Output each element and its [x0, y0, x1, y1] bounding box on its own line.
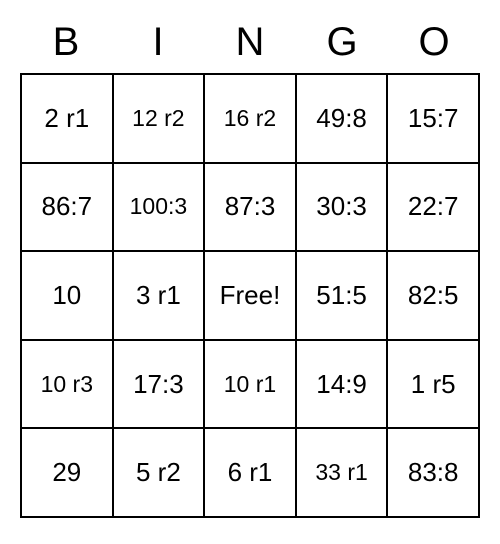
bingo-header-row: B I N G O: [20, 20, 480, 65]
bingo-cell[interactable]: 10: [21, 251, 113, 340]
bingo-cell[interactable]: 3 r1: [113, 251, 205, 340]
header-g: G: [296, 20, 388, 65]
bingo-cell[interactable]: 10 r1: [204, 340, 296, 429]
bingo-cell[interactable]: 29: [21, 428, 113, 517]
bingo-cell[interactable]: 33 r1: [296, 428, 388, 517]
bingo-cell[interactable]: 83:8: [387, 428, 479, 517]
bingo-grid: 2 r1 12 r2 16 r2 49:8 15:7 86:7 100:3 87…: [20, 73, 480, 518]
bingo-cell[interactable]: 14:9: [296, 340, 388, 429]
bingo-cell[interactable]: 87:3: [204, 163, 296, 252]
bingo-cell[interactable]: 49:8: [296, 74, 388, 163]
bingo-cell[interactable]: 2 r1: [21, 74, 113, 163]
header-n: N: [204, 20, 296, 65]
bingo-cell[interactable]: 16 r2: [204, 74, 296, 163]
bingo-cell[interactable]: 82:5: [387, 251, 479, 340]
header-o: O: [388, 20, 480, 65]
bingo-cell[interactable]: 86:7: [21, 163, 113, 252]
bingo-cell[interactable]: 30:3: [296, 163, 388, 252]
bingo-free-cell[interactable]: Free!: [204, 251, 296, 340]
bingo-cell[interactable]: 17:3: [113, 340, 205, 429]
bingo-cell[interactable]: 15:7: [387, 74, 479, 163]
bingo-cell[interactable]: 100:3: [113, 163, 205, 252]
bingo-cell[interactable]: 51:5: [296, 251, 388, 340]
bingo-cell[interactable]: 1 r5: [387, 340, 479, 429]
header-b: B: [20, 20, 112, 65]
bingo-cell[interactable]: 10 r3: [21, 340, 113, 429]
bingo-cell[interactable]: 12 r2: [113, 74, 205, 163]
bingo-cell[interactable]: 5 r2: [113, 428, 205, 517]
header-i: I: [112, 20, 204, 65]
bingo-cell[interactable]: 22:7: [387, 163, 479, 252]
bingo-cell[interactable]: 6 r1: [204, 428, 296, 517]
bingo-card: B I N G O 2 r1 12 r2 16 r2 49:8 15:7 86:…: [20, 20, 480, 518]
